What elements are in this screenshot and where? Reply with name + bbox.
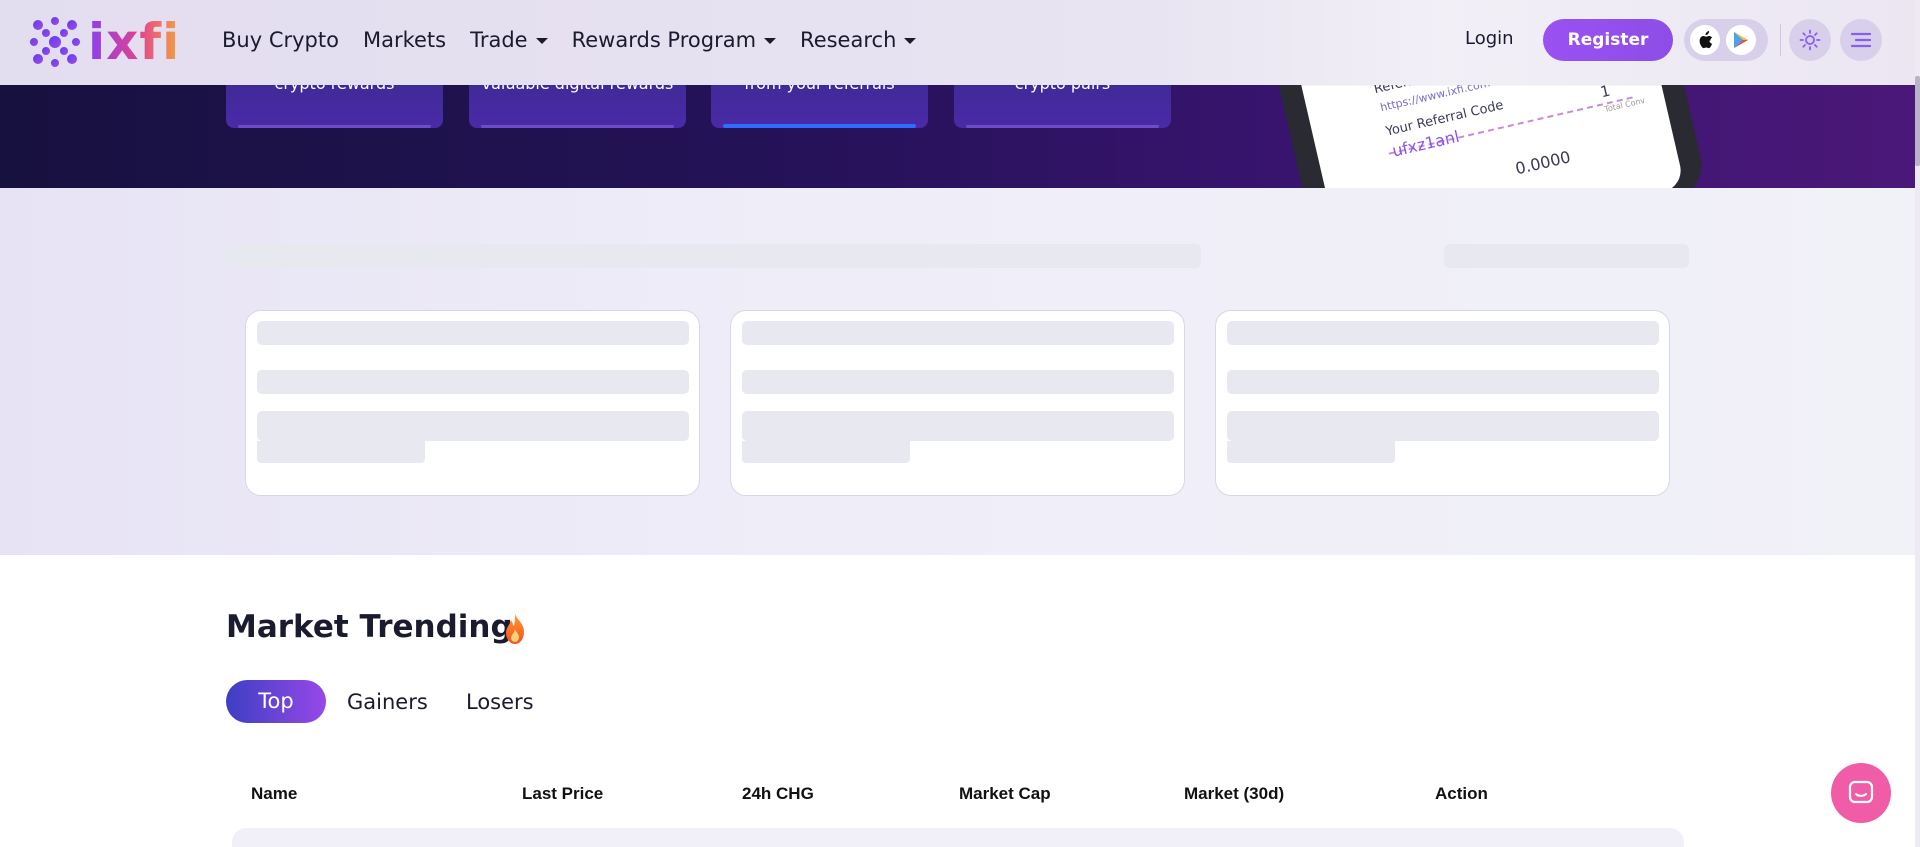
skeleton-line xyxy=(257,441,425,463)
skeleton-card xyxy=(1215,310,1670,496)
skeleton-line xyxy=(742,321,1174,345)
top-header: ixfi Buy Crypto Markets Trade Rewards Pr… xyxy=(0,0,1920,85)
logo-wordmark: ixfi xyxy=(88,13,181,71)
register-button[interactable]: Register xyxy=(1543,19,1673,61)
skeleton-line xyxy=(742,370,1174,394)
chat-icon xyxy=(1848,780,1874,804)
skeleton-line xyxy=(257,321,689,345)
menu-icon[interactable] xyxy=(1840,19,1882,61)
nav-label: Buy Crypto xyxy=(222,28,339,52)
column-header-name[interactable]: Name xyxy=(251,784,297,804)
nav-trade[interactable]: Trade xyxy=(470,28,548,52)
phone-amount: 0.0000 xyxy=(1513,147,1573,179)
column-header-last-price[interactable]: Last Price xyxy=(522,784,603,804)
column-header-action: Action xyxy=(1435,784,1488,803)
header-divider xyxy=(1780,24,1781,56)
apple-icon[interactable] xyxy=(1690,25,1720,55)
nav-rewards-program[interactable]: Rewards Program xyxy=(571,28,777,52)
nav-label: Rewards Program xyxy=(571,28,757,52)
hero-card-underline xyxy=(966,125,1159,128)
nav-markets[interactable]: Markets xyxy=(363,28,446,52)
skeleton-bar xyxy=(1444,244,1689,268)
skeleton-line xyxy=(257,411,689,441)
skeleton-line xyxy=(257,370,689,394)
nav-label: Markets xyxy=(362,28,447,52)
column-header-24h-chg[interactable]: 24h CHG xyxy=(742,784,814,804)
skeleton-line xyxy=(742,411,1174,441)
chevron-down-icon xyxy=(535,38,548,44)
main-nav: Buy Crypto Markets Trade Rewards Program… xyxy=(222,28,917,52)
column-header-market-cap[interactable]: Market Cap xyxy=(959,784,1051,804)
tab-losers[interactable]: Losers xyxy=(466,690,534,714)
skeleton-card xyxy=(245,310,700,496)
skeleton-line xyxy=(1227,321,1659,345)
skeleton-line xyxy=(742,441,910,463)
chevron-down-icon xyxy=(904,38,917,44)
nav-buy-crypto[interactable]: Buy Crypto xyxy=(222,28,339,52)
fire-icon xyxy=(502,613,528,649)
column-header-market-30d: Market (30d) xyxy=(1184,784,1285,803)
market-trending-title: Market Trending xyxy=(226,609,513,645)
chat-button[interactable] xyxy=(1831,763,1891,823)
logo-icon xyxy=(28,15,82,69)
hero-card-active-underline xyxy=(723,124,916,128)
theme-toggle-sun-icon[interactable] xyxy=(1789,19,1831,61)
nav-label: Trade xyxy=(470,28,528,52)
loading-section xyxy=(0,188,1915,555)
nav-label: Research xyxy=(800,28,897,52)
app-store-links xyxy=(1684,19,1768,61)
nav-research[interactable]: Research xyxy=(800,28,917,52)
hero-card-underline xyxy=(238,125,431,128)
tab-gainers[interactable]: Gainers xyxy=(347,690,428,714)
skeleton-line xyxy=(1227,441,1395,463)
login-link[interactable]: Login xyxy=(1465,28,1514,49)
skeleton-line xyxy=(1227,411,1659,441)
scrollbar-thumb[interactable] xyxy=(1915,76,1920,166)
skeleton-line xyxy=(1227,370,1659,394)
chevron-down-icon xyxy=(764,38,777,44)
hero-card-underline xyxy=(481,125,674,128)
table-row[interactable] xyxy=(232,828,1684,847)
tab-top[interactable]: Top xyxy=(226,680,326,723)
skeleton-bar xyxy=(226,244,1201,268)
google-play-icon[interactable] xyxy=(1726,25,1756,55)
logo[interactable]: ixfi xyxy=(28,14,180,70)
skeleton-card xyxy=(730,310,1185,496)
